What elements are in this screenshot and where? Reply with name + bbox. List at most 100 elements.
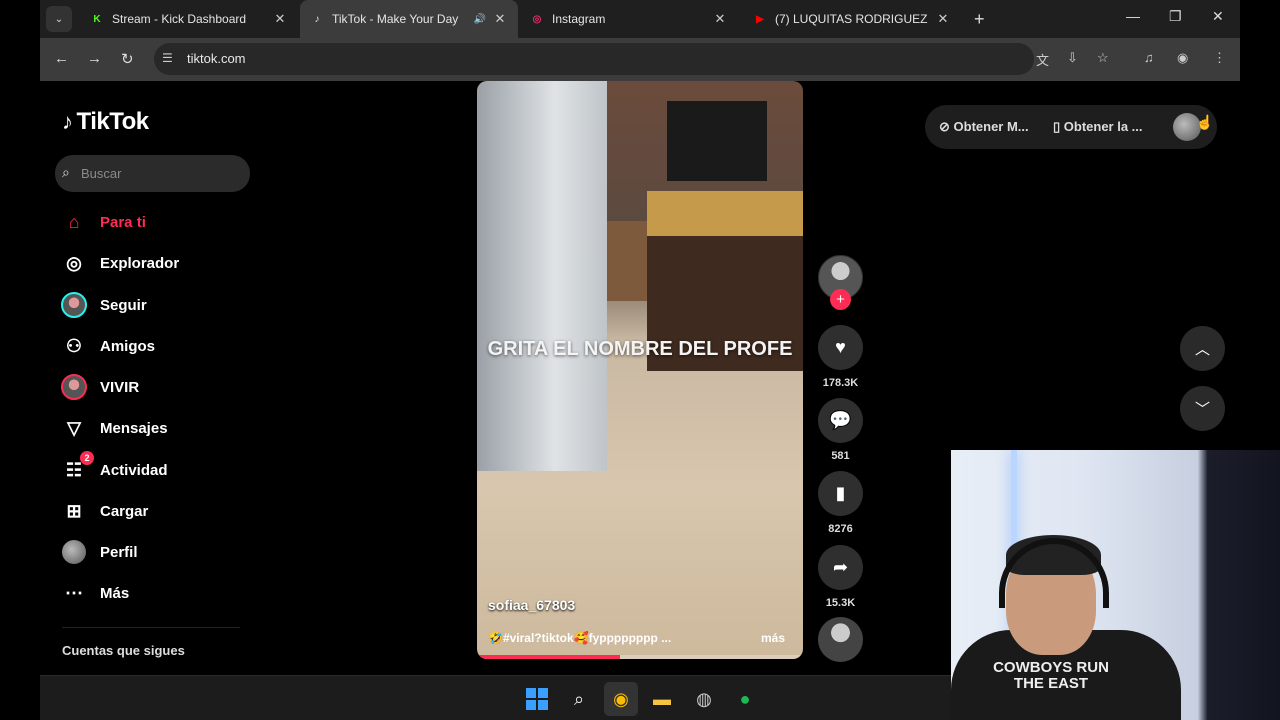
nav-label: Mensajes [100, 419, 168, 437]
search-box[interactable]: ⌕ Buscar [55, 155, 250, 192]
nav-item-actividad[interactable]: ☷ 2 Actividad [60, 451, 168, 484]
tab-close-icon[interactable]: ✕ [935, 11, 951, 27]
get-coins-button[interactable]: ⊘ Obtener M... [939, 119, 1029, 135]
notification-badge: 2 [80, 451, 94, 465]
video-username[interactable]: sofiaa_67803 [488, 597, 575, 613]
video-progress-bar[interactable] [477, 655, 803, 659]
friends-icon: ⚇ [65, 335, 83, 356]
video-frame-monitor [667, 101, 767, 181]
send-icon: ▽ [67, 417, 81, 438]
tiktok-note-icon: ♪ [62, 109, 73, 134]
like-button[interactable]: ♥ [818, 325, 863, 370]
tab-close-icon[interactable]: ✕ [272, 11, 288, 27]
windows-taskbar: ⌕ ◉ ▬ ◍ ● [40, 675, 951, 720]
tab-kick[interactable]: K Stream - Kick Dashboard ✕ [80, 0, 298, 38]
upload-icon: ⊞ [66, 500, 82, 521]
tab-youtube[interactable]: ▶ (7) LUQUITAS RODRIGUEZ Y LA ✕ [743, 0, 961, 38]
nav-item-cargar[interactable]: ⊞ Cargar [60, 497, 148, 525]
get-app-button[interactable]: ▯ Obtener la ... [1053, 119, 1143, 135]
kick-favicon-icon: K [93, 13, 101, 25]
media-control-icon[interactable]: ♫ [1144, 50, 1154, 65]
video-player[interactable]: GRITA EL NOMBRE DEL PROFE sofiaa_67803 🤣… [477, 81, 803, 659]
share-button[interactable]: ➦ [818, 545, 863, 590]
nav-label: Cargar [100, 502, 149, 520]
nav-label: Para ti [100, 213, 146, 231]
tab-instagram[interactable]: ◎ Instagram ✕ [520, 0, 738, 38]
address-url: tiktok.com [187, 51, 246, 66]
logo-text: TikTok [76, 108, 150, 135]
comment-button[interactable]: 💬 [818, 398, 863, 443]
profile-avatar-icon [60, 538, 88, 566]
search-icon: ⌕ [62, 164, 70, 180]
save-button[interactable]: ▮ [818, 471, 863, 516]
spotify-icon[interactable]: ● [732, 686, 758, 712]
tiktok-logo[interactable]: ♪ TikTok [62, 108, 149, 136]
nav-item-vivir[interactable]: VIVIR [60, 373, 139, 401]
tab-label: Instagram [552, 12, 606, 26]
following-avatar-icon [60, 291, 88, 319]
share-count: 15.3K [825, 597, 856, 609]
video-caption-overlay: GRITA EL NOMBRE DEL PROFE [487, 338, 793, 360]
profile-avatar-icon[interactable]: ◉ [1177, 50, 1188, 66]
install-app-icon[interactable]: ⇩ [1067, 50, 1078, 66]
activity-icon: ☷ 2 [60, 451, 94, 484]
close-window-button[interactable]: ✕ [1212, 8, 1224, 25]
tab-close-icon[interactable]: ✕ [492, 11, 508, 27]
nav-label: VIVIR [100, 378, 140, 396]
site-info-icon[interactable]: ☰ [162, 51, 173, 65]
following-accounts-heading: Cuentas que sigues [62, 643, 185, 658]
previous-video-button[interactable]: ︿ [1180, 326, 1225, 371]
nav-label: Seguir [100, 296, 147, 314]
comment-icon: 💬 [829, 410, 852, 430]
nav-item-explorador[interactable]: ◎ Explorador [60, 249, 179, 277]
address-bar[interactable]: ☰ tiktok.com [154, 43, 1034, 75]
youtube-favicon-icon: ▶ [756, 13, 764, 25]
minimize-button[interactable]: — [1126, 8, 1140, 24]
nav-label: Amigos [100, 337, 156, 355]
translate-icon[interactable]: 文 [1036, 50, 1049, 69]
next-video-button[interactable]: ﹀ [1180, 386, 1225, 431]
instagram-favicon-icon: ◎ [532, 13, 542, 25]
browser-tab-bar: ⌄ K Stream - Kick Dashboard ✕ ♪ TikTok -… [40, 0, 1240, 38]
file-explorer-icon[interactable]: ▬ [649, 686, 675, 712]
share-arrow-icon: ➦ [832, 557, 849, 577]
tab-close-icon[interactable]: ✕ [712, 11, 728, 27]
nav-item-amigos[interactable]: ⚇ Amigos [60, 332, 155, 360]
audio-playing-icon[interactable]: 🔊 [474, 14, 486, 25]
follow-plus-icon[interactable]: + [830, 289, 851, 310]
nav-item-seguir[interactable]: Seguir [60, 291, 147, 319]
bookmark-star-icon[interactable]: ☆ [1097, 50, 1109, 66]
description-more-link[interactable]: más [761, 631, 785, 645]
taskbar-search-icon[interactable]: ⌕ [566, 686, 592, 712]
heart-icon: ♥ [835, 337, 846, 357]
webcam-overlay: COWBOYS RUN THE EAST [951, 450, 1280, 720]
tab-tiktok[interactable]: ♪ TikTok - Make Your Day 🔊 ✕ [300, 0, 518, 38]
live-avatar-icon [60, 373, 88, 401]
more-icon: ⋯ [65, 582, 83, 603]
music-disc-avatar[interactable] [818, 617, 863, 662]
nav-item-para-ti[interactable]: ⌂ Para ti [60, 208, 146, 236]
browser-toolbar: ← → ↻ ☰ tiktok.com 文 ⇩ ☆ ♫ ◉ ⋮ [40, 38, 1240, 81]
obs-icon[interactable]: ◍ [691, 686, 717, 712]
back-button[interactable]: ← [54, 50, 69, 67]
nav-item-perfil[interactable]: Perfil [60, 538, 138, 566]
browser-menu-icon[interactable]: ⋮ [1213, 50, 1226, 66]
chevron-up-icon: ︿ [1194, 341, 1210, 358]
forward-button[interactable]: → [87, 50, 102, 67]
video-frame-box [607, 221, 647, 301]
like-count: 178.3K [822, 377, 859, 389]
start-menu-icon[interactable] [524, 686, 550, 712]
compass-icon: ◎ [66, 252, 82, 273]
new-tab-button[interactable]: + [974, 9, 985, 30]
reload-button[interactable]: ↻ [121, 50, 134, 68]
nav-item-mas[interactable]: ⋯ Más [60, 579, 129, 607]
restore-button[interactable]: ❐ [1169, 8, 1182, 25]
chevron-down-icon: ﹀ [1194, 401, 1210, 418]
shirt-print: COWBOYS RUN THE EAST [993, 659, 1109, 692]
nav-item-mensajes[interactable]: ▽ Mensajes [60, 414, 168, 442]
chrome-icon[interactable]: ◉ [608, 686, 634, 712]
tab-search-button[interactable]: ⌄ [46, 6, 72, 32]
nav-label: Explorador [100, 254, 180, 272]
tab-label: (7) LUQUITAS RODRIGUEZ Y LA [775, 12, 929, 26]
save-count: 8276 [828, 523, 853, 535]
